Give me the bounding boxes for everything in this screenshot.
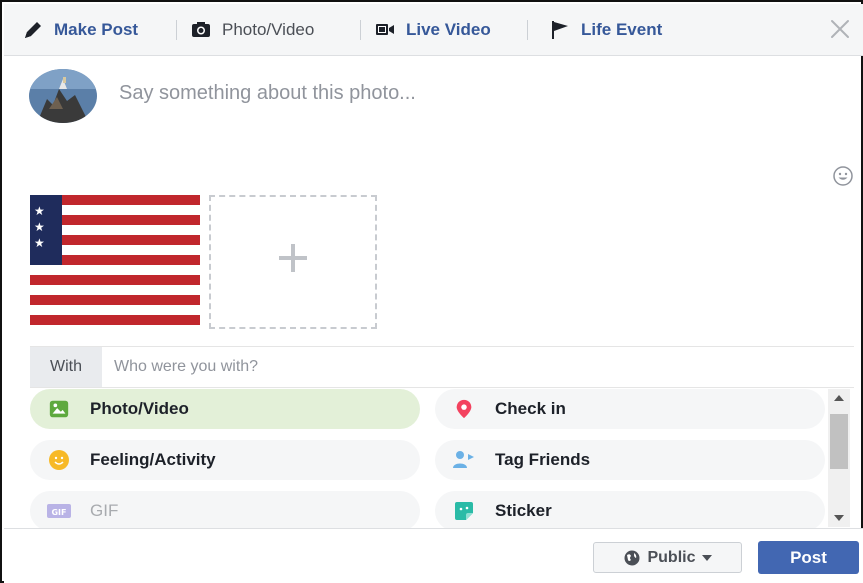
composer-footer: Public Post — [4, 528, 863, 583]
scroll-down-arrow-icon[interactable] — [834, 515, 844, 521]
option-label: GIF — [90, 501, 119, 520]
tab-make-post[interactable]: Make Post — [22, 18, 138, 42]
option-tag-friends[interactable]: Tag Friends — [435, 440, 825, 480]
map-pin-icon — [451, 396, 477, 422]
option-gif[interactable]: GIF GIF — [30, 491, 420, 531]
composer-header: Make Post Photo/Video Live Video Life Ev… — [4, 4, 863, 56]
tab-label: Make Post — [54, 20, 139, 39]
privacy-label: Public — [647, 548, 696, 566]
option-label: Check in — [495, 399, 566, 418]
composer-text-input[interactable]: Say something about this photo... — [119, 82, 416, 105]
with-label: With — [30, 347, 102, 387]
flag-icon — [549, 19, 571, 41]
privacy-selector-button[interactable]: Public — [593, 542, 742, 573]
composer-dialog: Make Post Photo/Video Live Video Life Ev… — [0, 0, 863, 583]
add-photo-button[interactable] — [209, 195, 377, 329]
caret-down-icon — [701, 554, 712, 561]
tab-label: Life Event — [581, 20, 663, 39]
tab-divider — [360, 20, 361, 40]
pencil-icon — [22, 19, 44, 41]
svg-text:GIF: GIF — [51, 508, 66, 517]
option-label: Photo/Video — [90, 399, 189, 418]
tag-people-input[interactable]: Who were you with? — [114, 358, 258, 376]
avatar — [29, 69, 97, 123]
tab-divider — [176, 20, 177, 40]
photo-icon — [46, 396, 72, 422]
with-row: With Who were you with? — [30, 346, 854, 388]
tab-live-video[interactable]: Live Video — [374, 18, 491, 42]
plus-icon — [275, 240, 311, 284]
option-label: Tag Friends — [495, 450, 591, 469]
option-feeling-activity[interactable]: Feeling/Activity — [30, 440, 420, 480]
tab-life-event[interactable]: Life Event — [549, 18, 662, 42]
option-sticker[interactable]: Sticker — [435, 491, 825, 531]
sticker-icon — [451, 498, 477, 524]
tab-photo-video[interactable]: Photo/Video — [190, 18, 314, 42]
camera-icon — [190, 19, 212, 41]
photo-thumbnail[interactable]: ★ ★ ★ — [30, 195, 200, 329]
option-photo-video[interactable]: Photo/Video — [30, 389, 420, 429]
globe-icon — [623, 549, 641, 567]
tab-divider — [527, 20, 528, 40]
tab-label: Photo/Video — [222, 20, 315, 39]
option-label: Sticker — [495, 501, 552, 520]
option-label: Feeling/Activity — [90, 450, 216, 469]
live-video-icon — [374, 19, 396, 41]
scrollbar-thumb[interactable] — [830, 414, 848, 469]
tab-label: Live Video — [406, 20, 491, 39]
smiley-icon — [46, 447, 72, 473]
gif-icon: GIF — [46, 498, 72, 524]
post-button[interactable]: Post — [758, 541, 859, 574]
option-check-in[interactable]: Check in — [435, 389, 825, 429]
svg-text:★: ★ — [34, 204, 45, 218]
tag-friends-icon — [451, 447, 477, 473]
svg-text:★: ★ — [34, 220, 45, 234]
svg-text:★: ★ — [34, 236, 45, 250]
us-flag-image: ★ ★ ★ — [30, 195, 200, 329]
smiley-icon[interactable] — [832, 165, 854, 187]
close-icon[interactable] — [827, 16, 853, 42]
scroll-up-arrow-icon[interactable] — [834, 395, 844, 401]
options-scrollbar[interactable] — [828, 389, 850, 527]
